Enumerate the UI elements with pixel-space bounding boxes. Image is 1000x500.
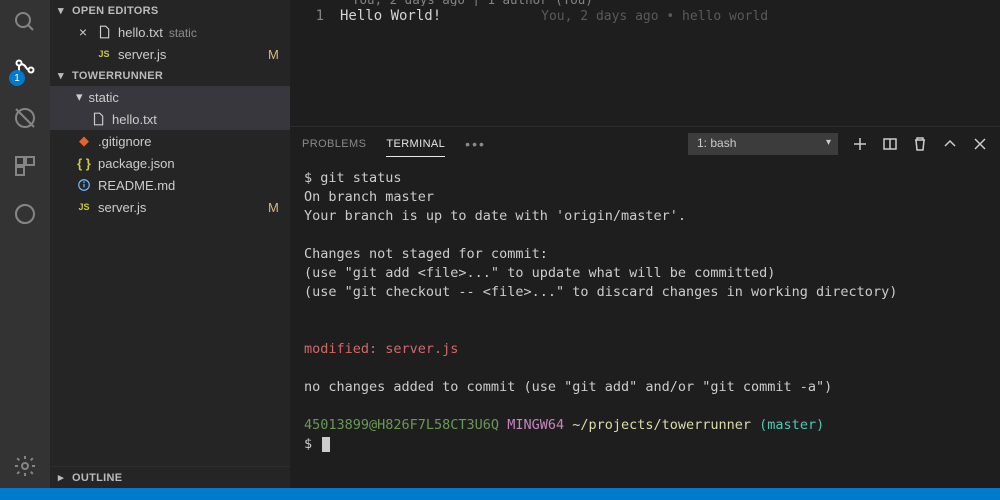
- file-icon: [96, 24, 112, 40]
- code-line[interactable]: 1 Hello World! You, 2 days ago • hello w…: [290, 6, 1000, 26]
- term-prompt: 45013899@H826F7L58CT3U6Q MINGW64 ~/proje…: [304, 416, 986, 435]
- file-label: hello.txtstatic: [118, 25, 282, 40]
- terminal-output[interactable]: $ git status On branch master Your branc…: [290, 161, 1000, 488]
- section-label: TOWERRUNNER: [72, 70, 163, 82]
- folder-item[interactable]: ▾ static: [50, 86, 290, 108]
- debug-icon[interactable]: [11, 104, 39, 132]
- file-icon: [90, 111, 106, 127]
- chevron-down-icon: ▾: [76, 89, 83, 105]
- sidebar: ▾OPEN EDITORS × hello.txtstatic JS serve…: [50, 0, 290, 488]
- folder-label: static: [89, 90, 282, 105]
- term-line: $ git status: [304, 169, 986, 188]
- open-editor-item[interactable]: JS server.js M: [50, 43, 290, 65]
- maximize-panel-icon[interactable]: [942, 136, 958, 152]
- term-line: Changes not staged for commit:: [304, 245, 986, 264]
- section-label: OPEN EDITORS: [72, 5, 159, 17]
- split-terminal-icon[interactable]: [882, 136, 898, 152]
- search-icon[interactable]: [11, 8, 39, 36]
- json-file-icon: { }: [76, 155, 92, 171]
- source-control-icon[interactable]: 1: [11, 56, 39, 84]
- inline-blame: You, 2 days ago • hello world: [541, 9, 768, 24]
- line-number: 1: [290, 8, 340, 24]
- chevron-right-icon: ▸: [58, 471, 68, 484]
- tab-problems[interactable]: PROBLEMS: [302, 132, 366, 156]
- extensions-icon[interactable]: [11, 152, 39, 180]
- code-text: Hello World!: [340, 8, 441, 24]
- open-editor-item[interactable]: × hello.txtstatic: [50, 21, 290, 43]
- terminal-selector[interactable]: 1: bash: [688, 133, 838, 155]
- kill-terminal-icon[interactable]: [912, 136, 928, 152]
- chevron-down-icon: ▾: [58, 4, 68, 17]
- file-item[interactable]: { } package.json: [50, 152, 290, 174]
- term-line: no changes added to commit (use "git add…: [304, 378, 986, 397]
- project-header[interactable]: ▾ TOWERRUNNER: [50, 65, 290, 86]
- file-item[interactable]: hello.txt: [50, 108, 290, 130]
- file-item[interactable]: JS server.js M: [50, 196, 290, 218]
- git-status-badge: M: [268, 200, 282, 215]
- gitignore-icon: ◆: [76, 133, 92, 149]
- lens-icon[interactable]: [11, 200, 39, 228]
- close-icon[interactable]: ×: [76, 24, 90, 40]
- file-label: package.json: [98, 156, 282, 171]
- file-label: server.js: [98, 200, 262, 215]
- term-line: On branch master: [304, 188, 986, 207]
- term-line: Your branch is up to date with 'origin/m…: [304, 207, 986, 226]
- info-file-icon: [76, 177, 92, 193]
- file-item[interactable]: README.md: [50, 174, 290, 196]
- new-terminal-icon[interactable]: [852, 136, 868, 152]
- section-label: OUTLINE: [72, 472, 122, 484]
- main-area: You, 2 days ago | 1 author (You) 1 Hello…: [290, 0, 1000, 488]
- term-line: (use "git checkout -- <file>..." to disc…: [304, 283, 986, 302]
- activity-bar: 1: [0, 0, 50, 488]
- bottom-panel: PROBLEMS TERMINAL ••• 1: bash $ git stat…: [290, 126, 1000, 488]
- file-label: README.md: [98, 178, 282, 193]
- status-bar[interactable]: [0, 488, 1000, 500]
- git-status-badge: M: [268, 47, 282, 62]
- file-item[interactable]: ◆ .gitignore: [50, 130, 290, 152]
- editor[interactable]: You, 2 days ago | 1 author (You) 1 Hello…: [290, 0, 1000, 26]
- term-line: modified: server.js: [304, 340, 986, 359]
- js-file-icon: JS: [76, 199, 92, 215]
- close-panel-icon[interactable]: [972, 136, 988, 152]
- term-input-line[interactable]: $: [304, 435, 986, 454]
- file-label: .gitignore: [98, 134, 282, 149]
- tab-overflow-icon[interactable]: •••: [465, 136, 486, 152]
- term-line: (use "git add <file>..." to update what …: [304, 264, 986, 283]
- cursor-icon: [322, 437, 330, 452]
- chevron-down-icon: ▾: [58, 69, 68, 82]
- outline-header[interactable]: ▸ OUTLINE: [50, 466, 290, 488]
- settings-gear-icon[interactable]: [11, 452, 39, 480]
- open-editors-header[interactable]: ▾ OPEN EDITORS: [50, 0, 290, 21]
- panel-tabs: PROBLEMS TERMINAL ••• 1: bash: [290, 127, 1000, 161]
- scm-badge: 1: [9, 70, 25, 86]
- file-label: server.js: [118, 47, 262, 62]
- tab-terminal[interactable]: TERMINAL: [386, 132, 445, 157]
- file-label: hello.txt: [112, 112, 282, 127]
- js-file-icon: JS: [96, 46, 112, 62]
